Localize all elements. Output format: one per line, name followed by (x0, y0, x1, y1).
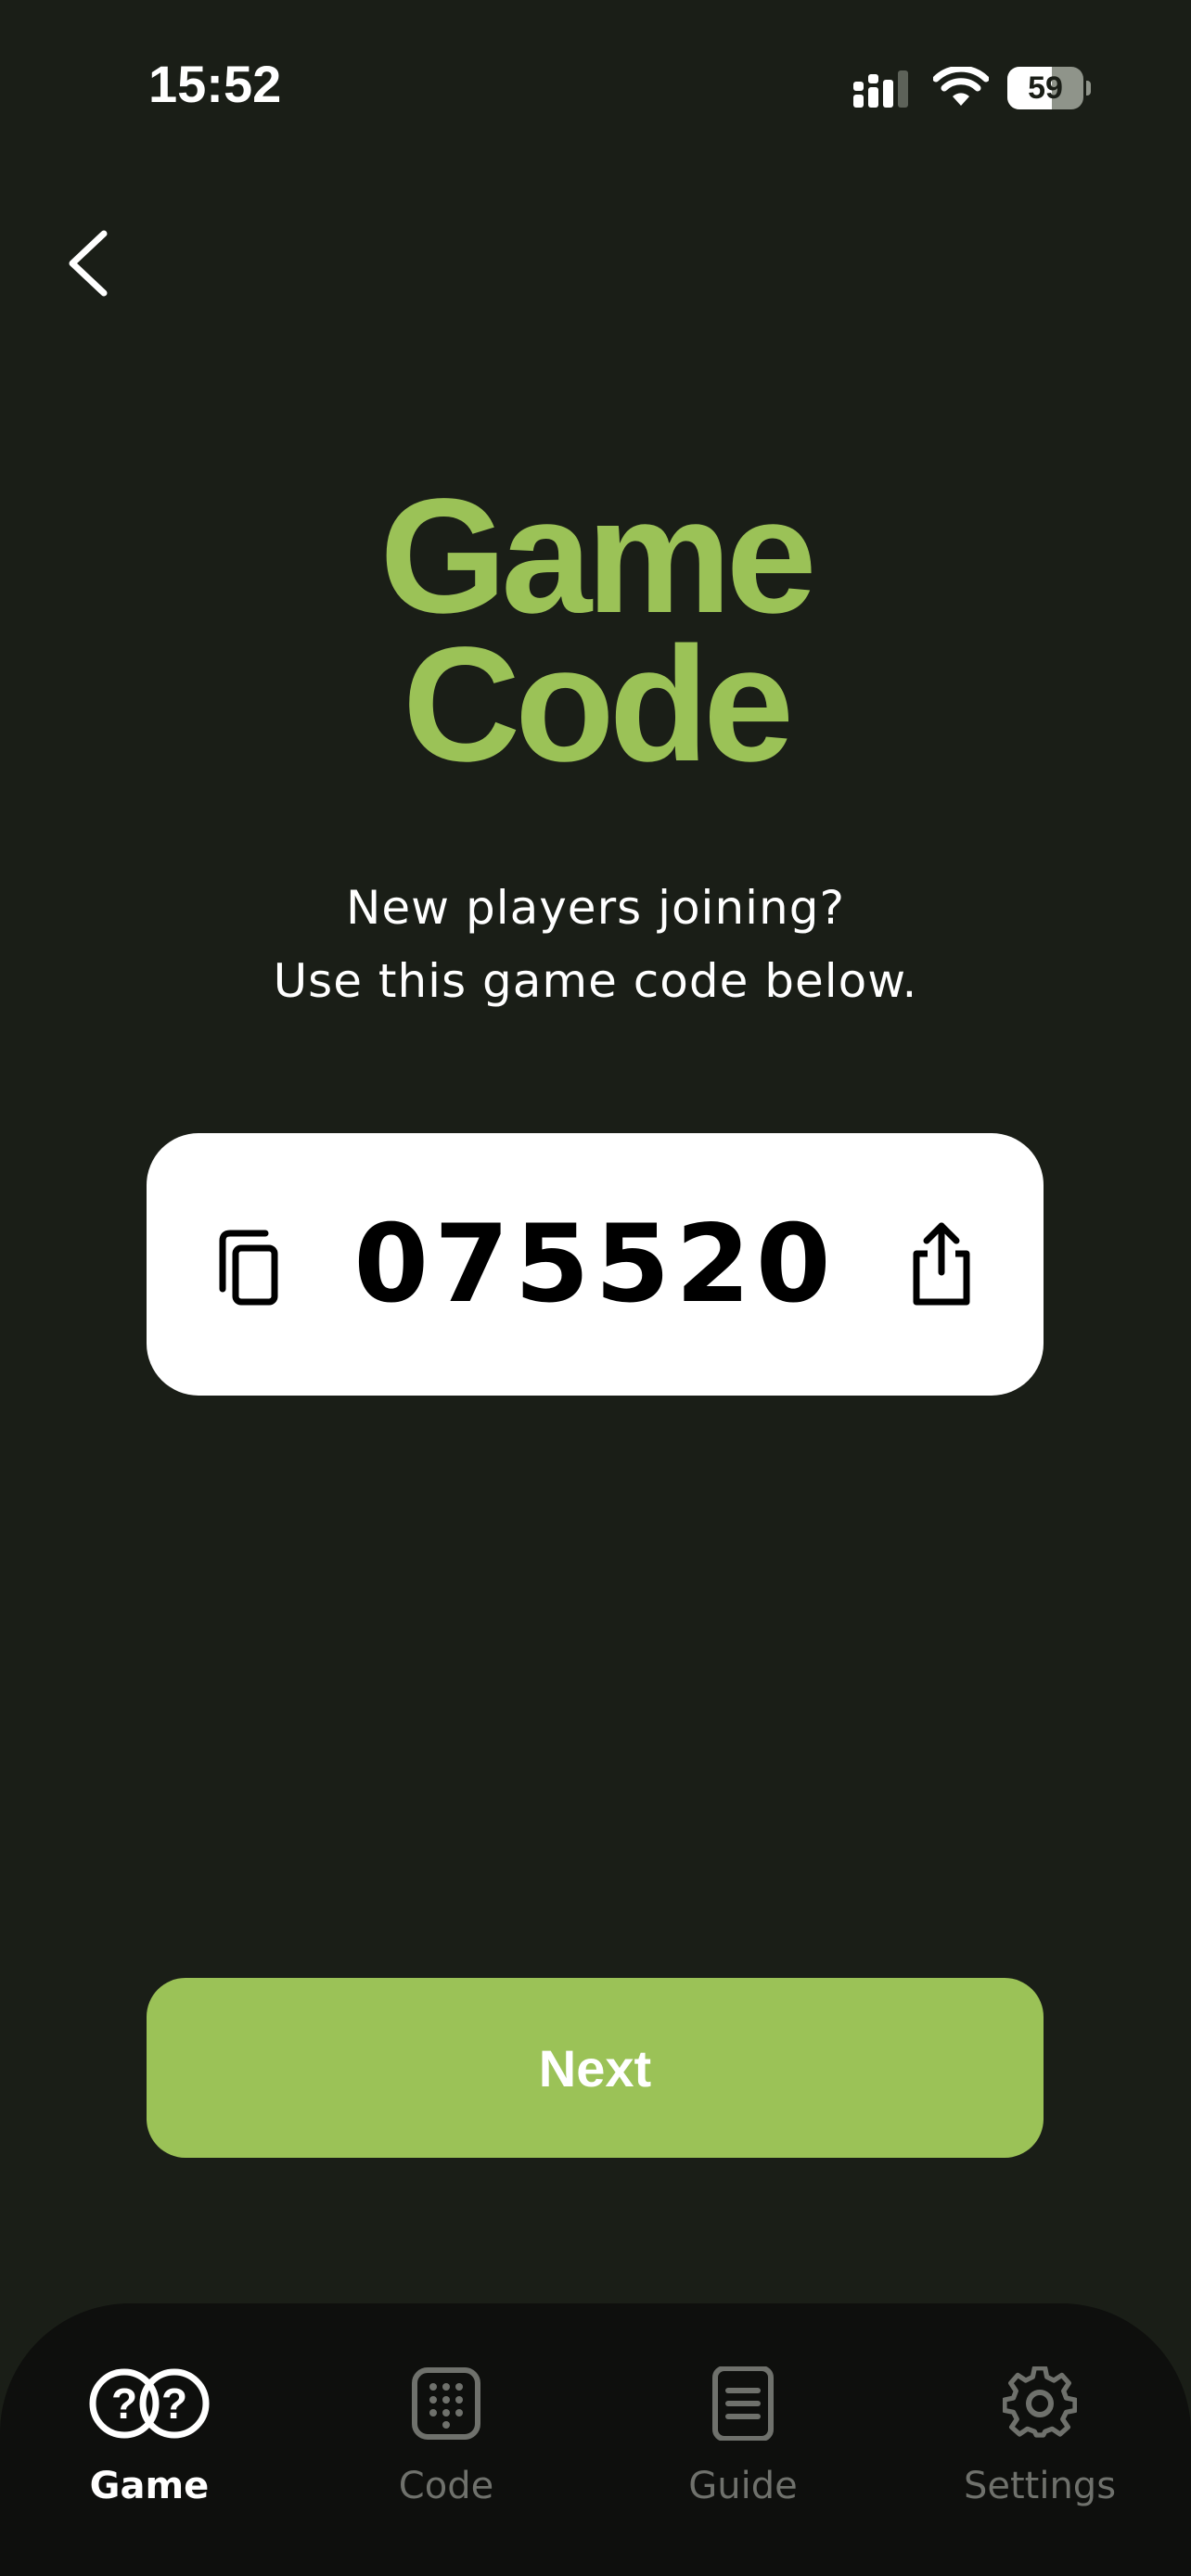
instructions-line-2: Use this game code below. (273, 954, 918, 1008)
share-button[interactable] (900, 1213, 983, 1315)
keypad-icon (412, 2367, 480, 2440)
gear-icon (1003, 2366, 1077, 2438)
game-code-value: 075520 (353, 1202, 837, 1327)
tab-bar: ? ? Game Code Guide Settings (0, 2303, 1191, 2576)
share-icon (913, 1222, 970, 1306)
status-bar: 15:52 59 (0, 0, 1191, 176)
battery-icon: 59 (1007, 67, 1091, 109)
tab-guide-label: Guide (688, 2465, 798, 2507)
tab-settings[interactable]: Settings (919, 2366, 1160, 2533)
chevron-left-icon (69, 230, 108, 297)
tab-game[interactable]: ? ? Game (29, 2366, 270, 2533)
game-code-screen: 15:52 59 Game Code New players joining? … (0, 0, 1191, 2576)
tab-game-label: Game (89, 2465, 210, 2507)
game-icon: ? ? (89, 2368, 210, 2439)
page-title-line-1: Game (379, 465, 816, 647)
instructions-text: New players joining? Use this game code … (0, 872, 1191, 1018)
page-title-line-2: Code (403, 614, 794, 796)
tab-guide[interactable]: Guide (622, 2366, 864, 2533)
svg-text:?: ? (111, 2379, 137, 2428)
battery-cap (1086, 81, 1091, 96)
next-button[interactable]: Next (147, 1978, 1044, 2158)
tab-code-label: Code (398, 2465, 494, 2507)
status-time: 15:52 (148, 55, 282, 113)
battery-body: 59 (1007, 67, 1083, 109)
copy-button[interactable] (204, 1218, 293, 1311)
page-title: Game Code (0, 465, 1191, 796)
back-button[interactable] (54, 221, 119, 306)
tab-code[interactable]: Code (326, 2366, 567, 2533)
battery-percent: 59 (1028, 70, 1063, 106)
tab-settings-label: Settings (963, 2465, 1117, 2507)
svg-text:?: ? (161, 2379, 187, 2428)
signal-icon (853, 70, 908, 108)
wifi-icon (933, 67, 989, 106)
game-code-card: 075520 (147, 1133, 1044, 1396)
copy-icon (219, 1230, 278, 1306)
instructions-line-1: New players joining? (346, 881, 845, 935)
document-icon (712, 2366, 774, 2441)
